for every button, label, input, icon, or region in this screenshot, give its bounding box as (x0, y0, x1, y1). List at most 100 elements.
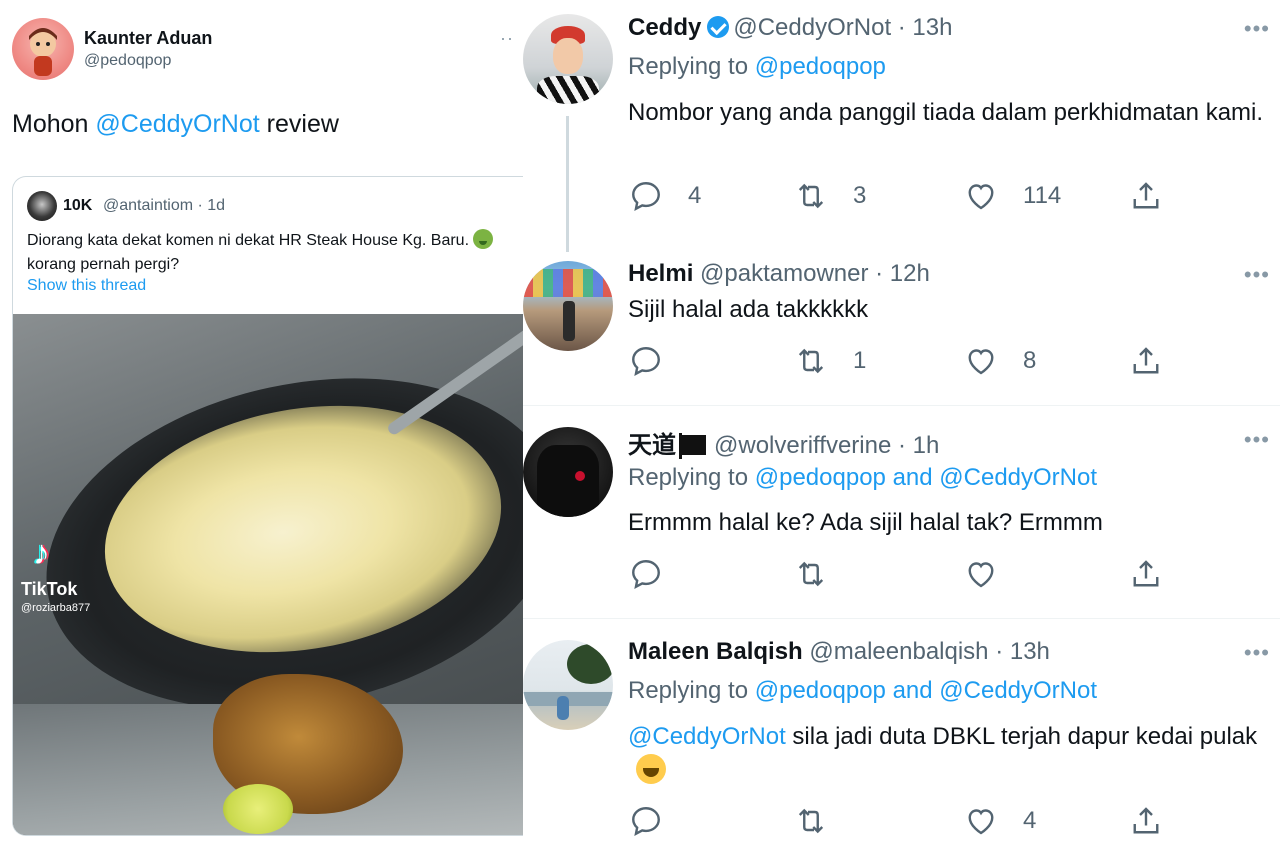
reply-tweet[interactable]: Ceddy @CeddyOrNot · 13h ••• Replying to @… (523, 0, 1280, 245)
reply-author-meta: @wolveriffverine · 1h (714, 432, 940, 459)
replying-to-mention[interactable]: @pedoqpop and @CeddyOrNot (755, 677, 1097, 704)
reply-tweet[interactable]: Maleen Balqish @maleenbalqish · 13h ••• … (523, 619, 1280, 853)
retweet-action[interactable]: 3 (793, 176, 866, 216)
reply-text: Ermmm halal ke? Ada sijil halal tak? Erm… (628, 509, 1103, 536)
share-action[interactable] (1128, 341, 1164, 381)
replying-to: Replying to @pedoqpop (628, 53, 886, 81)
reply-avatar[interactable] (523, 640, 613, 730)
reply-action[interactable]: 4 (628, 176, 701, 216)
replying-to-mention[interactable]: @pedoqpop and @CeddyOrNot (755, 464, 1097, 491)
quote-author-name[interactable]: 10K (63, 197, 92, 215)
more-options-icon[interactable]: ••• (1244, 16, 1270, 42)
reply-avatar[interactable] (523, 427, 613, 517)
reply-action[interactable] (628, 801, 664, 841)
heart-icon (968, 349, 994, 375)
replying-to-mention[interactable]: @pedoqpop (755, 53, 886, 80)
quote-author-meta: @antaintiom · 1d (103, 197, 226, 214)
reply-author-meta: @CeddyOrNot · 13h (733, 14, 953, 41)
tiktok-logo-icon: ♪ (33, 534, 50, 572)
tweet-text: Mohon @CeddyOrNot review (12, 110, 339, 139)
reply-actions: 1 8 (628, 341, 1248, 381)
quote-card[interactable]: 10K @antaintiom · 1d Diorang kata dekat … (12, 176, 528, 836)
reply-author-name[interactable]: 天道 (628, 432, 676, 459)
like-action[interactable]: 8 (963, 341, 1036, 381)
reply-actions (628, 554, 1248, 594)
more-options-icon[interactable]: ••• (1244, 262, 1270, 288)
heart-icon (968, 562, 994, 588)
show-thread-link[interactable]: Show this thread (27, 277, 146, 295)
mention-link[interactable]: @CeddyOrNot (95, 110, 259, 138)
author-name[interactable]: Kaunter Aduan (84, 28, 212, 49)
retweet-icon (798, 348, 824, 374)
replying-to-prefix: Replying to (628, 464, 755, 491)
share-action[interactable] (1128, 176, 1164, 216)
tiktok-watermark: TikTok (21, 579, 78, 599)
retweet-icon (798, 808, 824, 834)
reply-actions: 4 (628, 801, 1248, 841)
reply-header: Helmi @paktamowner · 12h (628, 260, 930, 288)
quote-text-part2: korang pernah pergi? (27, 256, 180, 273)
black-flag-icon (679, 433, 706, 459)
retweet-icon (798, 183, 824, 209)
like-action[interactable]: 4 (963, 801, 1036, 841)
reply-author-meta: @maleenbalqish · 13h (809, 638, 1050, 665)
author-avatar[interactable] (12, 18, 74, 80)
quoted-tweet-panel: Kaunter Aduan @pedoqpop ·· Mohon @CeddyO… (0, 0, 528, 853)
reply-author-name[interactable]: Helmi (628, 260, 693, 287)
reply-header: Ceddy @CeddyOrNot · 13h (628, 14, 952, 42)
replying-to: Replying to @pedoqpop and @CeddyOrNot (628, 464, 1097, 492)
quote-media-video[interactable]: ♪ TikTok @roziarba877 (13, 314, 528, 835)
share-icon (1133, 182, 1159, 209)
tiktok-watermark-user: @roziarba877 (21, 602, 91, 614)
share-icon (1133, 807, 1159, 834)
reply-text: Nombor yang anda panggil tiada dalam per… (628, 99, 1264, 126)
tweet-text-prefix: Mohon (12, 110, 96, 138)
comment-icon (632, 560, 660, 589)
reply-text-mention[interactable]: @CeddyOrNot (628, 723, 786, 750)
retweet-action[interactable] (793, 554, 829, 594)
replying-to-prefix: Replying to (628, 53, 755, 80)
like-count: 8 (1023, 347, 1037, 374)
replying-to: Replying to @pedoqpop and @CeddyOrNot (628, 677, 1097, 705)
more-options-icon[interactable]: ••• (1244, 427, 1270, 453)
retweet-count: 3 (853, 182, 867, 209)
reply-author-name[interactable]: Maleen Balqish (628, 638, 803, 665)
author-handle[interactable]: @pedoqpop (84, 52, 171, 70)
share-icon (1133, 347, 1159, 374)
like-count: 4 (1023, 807, 1037, 834)
retweet-icon (798, 561, 824, 587)
reply-text: Sijil halal ada takkkkkk (628, 296, 869, 323)
reply-tweet[interactable]: Helmi @paktamowner · 12h ••• Sijil halal… (523, 245, 1280, 405)
reply-action[interactable] (628, 554, 664, 594)
reply-avatar[interactable] (523, 14, 613, 104)
cartoon-avatar-icon (29, 28, 57, 76)
retweet-action[interactable]: 1 (793, 341, 866, 381)
quote-text-part1: Diorang kata dekat komen ni dekat HR Ste… (27, 232, 470, 249)
reply-header: Maleen Balqish @maleenbalqish · 13h (628, 638, 1050, 666)
heart-icon (968, 809, 994, 835)
heart-icon (968, 184, 994, 210)
reply-avatar[interactable] (523, 261, 613, 351)
lime-image (223, 784, 293, 834)
reply-author-meta: @paktamowner · 12h (700, 260, 930, 287)
reply-author-name[interactable]: Ceddy (628, 14, 701, 41)
verified-badge-icon (707, 16, 730, 38)
like-action[interactable] (963, 554, 999, 594)
comment-icon (632, 182, 660, 211)
reply-tweet[interactable]: 天道 @wolveriffverine · 1h ••• Replying to … (523, 406, 1280, 618)
retweet-action[interactable] (793, 801, 829, 841)
reply-actions: 4 3 114 (628, 176, 1248, 216)
reply-text: @CeddyOrNot sila jadi duta DBKL terjah d… (628, 719, 1268, 789)
share-action[interactable] (1128, 554, 1164, 594)
quote-author-avatar[interactable] (27, 191, 57, 221)
share-action[interactable] (1128, 801, 1164, 841)
more-options-icon[interactable]: ·· (500, 28, 514, 49)
quote-text: Diorang kata dekat komen ni dekat HR Ste… (27, 229, 507, 277)
share-icon (1133, 560, 1159, 587)
tweet-text-suffix: review (259, 110, 339, 138)
like-action[interactable]: 114 (963, 176, 1061, 216)
more-options-icon[interactable]: ••• (1244, 640, 1270, 666)
like-count: 114 (1023, 182, 1062, 209)
tears-of-joy-icon (636, 754, 666, 784)
reply-action[interactable] (628, 341, 688, 381)
